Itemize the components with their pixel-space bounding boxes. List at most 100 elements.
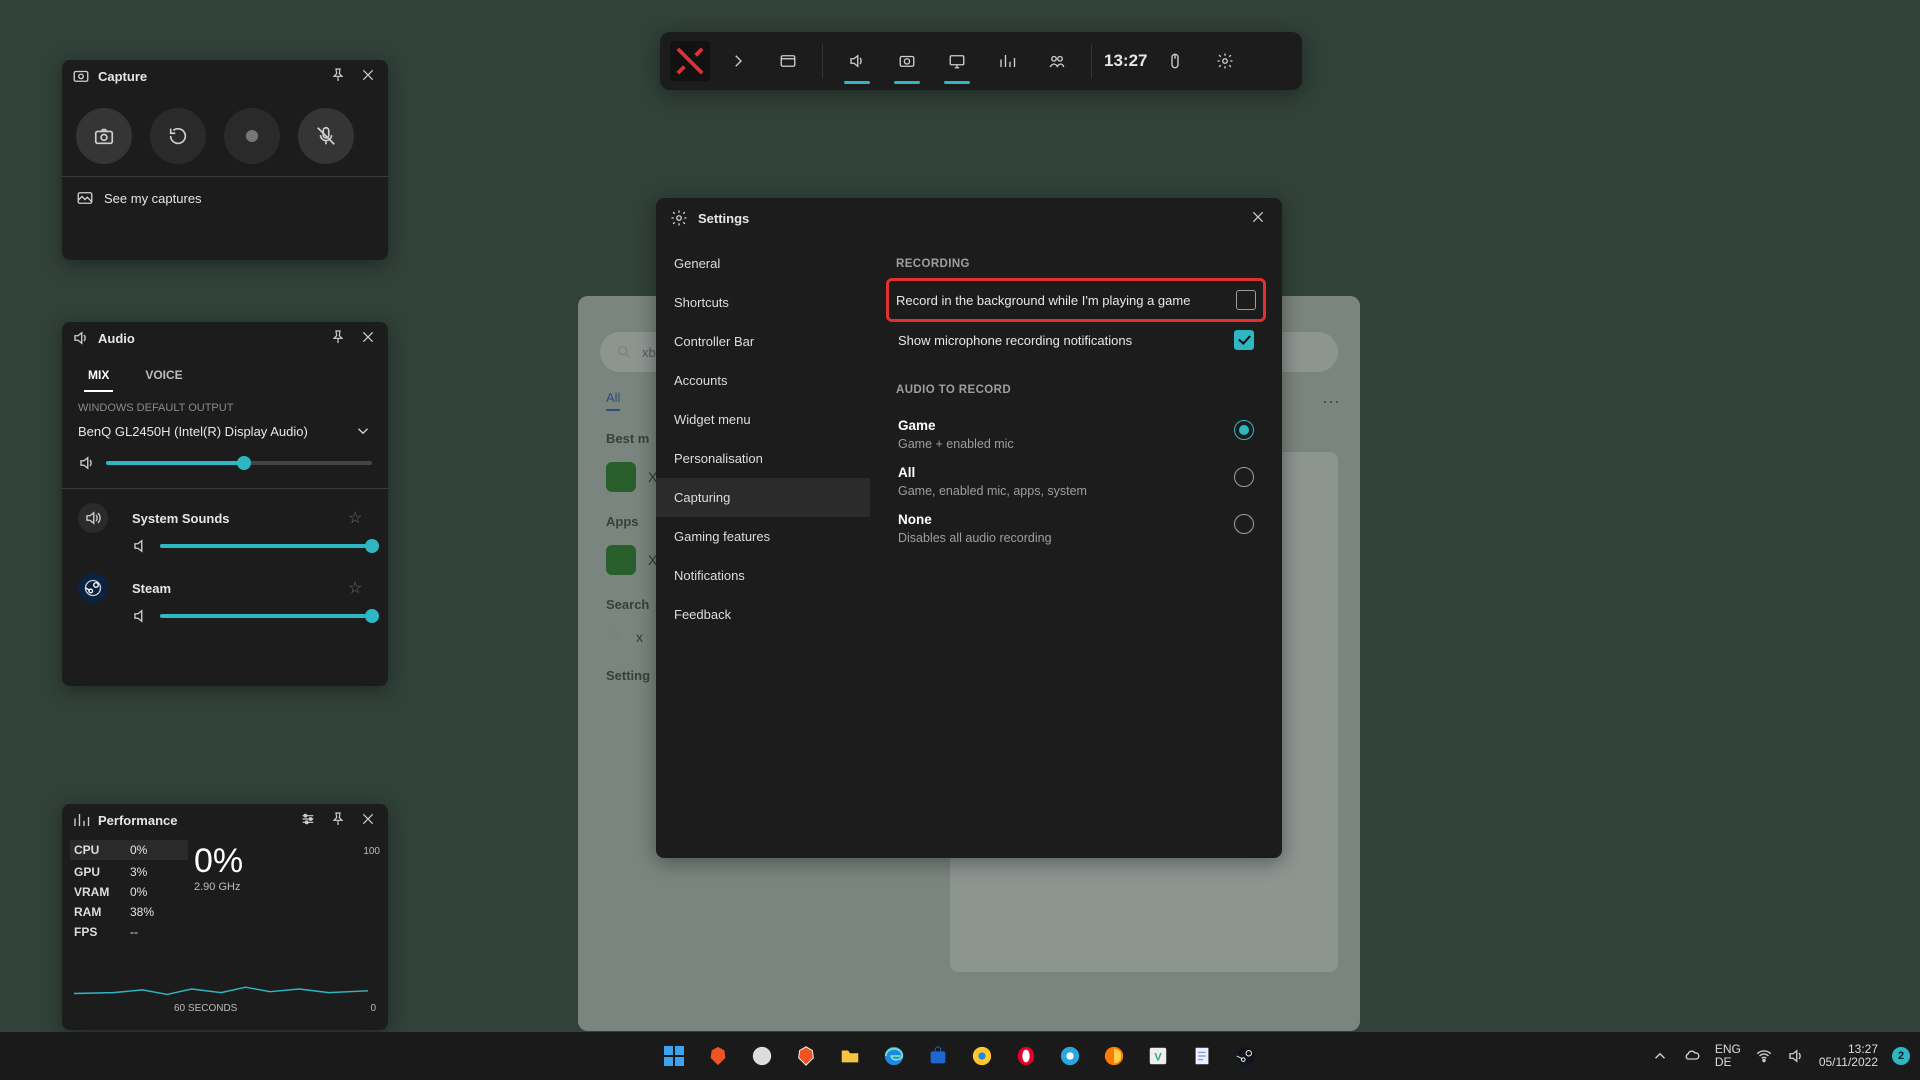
widgets-icon[interactable]	[766, 39, 810, 83]
taskbar-clock[interactable]: 13:2705/11/2022	[1819, 1043, 1878, 1069]
default-output-label: WINDOWS DEFAULT OUTPUT	[62, 392, 388, 418]
wifi-icon[interactable]	[1755, 1047, 1773, 1065]
record-background-toggle[interactable]: Record in the background while I'm playi…	[890, 282, 1262, 318]
system-sounds-slider[interactable]	[160, 544, 372, 548]
nav-gaming-features[interactable]: Gaming features	[656, 517, 870, 556]
close-icon[interactable]	[358, 327, 378, 350]
record-button[interactable]	[224, 108, 280, 164]
performance-widget-icon[interactable]	[985, 39, 1029, 83]
checkbox-icon[interactable]	[1234, 330, 1254, 350]
cpu-headline: 0%	[194, 842, 376, 881]
nav-notifications[interactable]: Notifications	[656, 556, 870, 595]
speaker-icon	[132, 607, 150, 625]
master-volume-slider[interactable]	[106, 461, 372, 465]
steam-icon	[78, 573, 108, 603]
volume-icon[interactable]	[1787, 1047, 1805, 1065]
app-volume-system-sounds: System Sounds ☆	[62, 493, 388, 535]
nav-controller-bar[interactable]: Controller Bar	[656, 322, 870, 361]
audio-to-record-header: AUDIO TO RECORD	[896, 384, 1256, 396]
gallery-icon	[76, 189, 94, 207]
radio-icon[interactable]	[1234, 420, 1254, 440]
taskbar-app-chrome-canary[interactable]	[965, 1039, 999, 1073]
recording-header: RECORDING	[896, 258, 1256, 270]
speaker-icon	[78, 454, 96, 472]
speaker-icon	[78, 503, 108, 533]
taskbar-app-veracrypt[interactable]: V	[1141, 1039, 1175, 1073]
performance-stats: CPU0% GPU3% VRAM0% RAM38% FPS--	[74, 842, 184, 942]
windows-taskbar: V ENGDE 13:2705/11/2022 2	[0, 1032, 1920, 1080]
start-button[interactable]	[657, 1039, 691, 1073]
gamebar-settings-dialog: Settings General Shortcuts Controller Ba…	[656, 198, 1282, 858]
checkbox-icon[interactable]	[1236, 290, 1256, 310]
tab-mix[interactable]: MIX	[84, 360, 113, 392]
xbox-game-bar: 13:27	[660, 32, 1302, 90]
mouse-icon[interactable]	[1153, 39, 1197, 83]
settings-nav: General Shortcuts Controller Bar Account…	[656, 238, 870, 858]
pin-icon[interactable]	[328, 65, 348, 88]
audio-option-all[interactable]: AllGame, enabled mic, apps, system	[896, 455, 1256, 502]
taskbar-app-firefox[interactable]	[1097, 1039, 1131, 1073]
nav-general[interactable]: General	[656, 244, 870, 283]
audio-icon	[72, 329, 90, 347]
nav-accounts[interactable]: Accounts	[656, 361, 870, 400]
close-icon[interactable]	[1248, 207, 1268, 230]
mic-off-button[interactable]	[298, 108, 354, 164]
close-icon[interactable]	[358, 809, 378, 832]
taskbar-app-opera[interactable]	[1009, 1039, 1043, 1073]
taskbar-app-brave2[interactable]	[789, 1039, 823, 1073]
game-chevron-icon[interactable]	[716, 39, 760, 83]
display-widget-icon[interactable]	[935, 39, 979, 83]
tab-voice[interactable]: VOICE	[141, 360, 186, 392]
taskbar-app-github[interactable]	[745, 1039, 779, 1073]
xbox-social-icon[interactable]	[1035, 39, 1079, 83]
nav-feedback[interactable]: Feedback	[656, 595, 870, 634]
language-indicator[interactable]: ENGDE	[1715, 1043, 1741, 1069]
cpu-graph: 60 SECONDS 0	[74, 950, 376, 1012]
performance-widget: Performance CPU0% GPU3% VRAM0% RAM38% FP…	[62, 804, 388, 1030]
favorite-icon[interactable]: ☆	[348, 578, 372, 598]
close-icon[interactable]	[358, 65, 378, 88]
taskbar-app-files[interactable]	[833, 1039, 867, 1073]
settings-title: Settings	[698, 211, 749, 226]
taskbar-pinned-apps: V	[657, 1039, 1263, 1073]
svg-text:V: V	[1154, 1052, 1162, 1064]
mic-notification-toggle[interactable]: Show microphone recording notifications	[896, 322, 1256, 358]
chevron-down-icon	[354, 422, 372, 440]
pin-icon[interactable]	[328, 327, 348, 350]
audio-option-game[interactable]: GameGame + enabled mic	[896, 408, 1256, 455]
taskbar-app-steam[interactable]	[1229, 1039, 1263, 1073]
audio-widget-icon[interactable]	[835, 39, 879, 83]
taskbar-app-store[interactable]	[921, 1039, 955, 1073]
favorite-icon[interactable]: ☆	[348, 508, 372, 528]
speaker-icon	[132, 537, 150, 555]
radio-icon[interactable]	[1234, 514, 1254, 534]
taskbar-app-brave[interactable]	[701, 1039, 735, 1073]
onedrive-icon[interactable]	[1683, 1047, 1701, 1065]
audio-option-none[interactable]: NoneDisables all audio recording	[896, 502, 1256, 549]
nav-widget-menu[interactable]: Widget menu	[656, 400, 870, 439]
options-icon[interactable]	[298, 809, 318, 832]
nav-personalisation[interactable]: Personalisation	[656, 439, 870, 478]
active-game-logo[interactable]	[670, 41, 710, 81]
see-captures-link[interactable]: See my captures	[62, 176, 388, 219]
taskbar-app-notes[interactable]	[1185, 1039, 1219, 1073]
audio-widget: Audio MIX VOICE WINDOWS DEFAULT OUTPUT B…	[62, 322, 388, 686]
nav-shortcuts[interactable]: Shortcuts	[656, 283, 870, 322]
capture-widget: Capture See my captures	[62, 60, 388, 260]
capture-title: Capture	[98, 69, 147, 84]
taskbar-app-edge[interactable]	[877, 1039, 911, 1073]
nav-capturing[interactable]: Capturing	[656, 478, 870, 517]
steam-slider[interactable]	[160, 614, 372, 618]
screenshot-button[interactable]	[76, 108, 132, 164]
settings-gear-icon[interactable]	[1203, 39, 1247, 83]
capture-widget-icon[interactable]	[885, 39, 929, 83]
app-volume-steam: Steam ☆	[62, 563, 388, 605]
output-device-select[interactable]: BenQ GL2450H (Intel(R) Display Audio)	[62, 418, 388, 450]
tray-chevron-icon[interactable]	[1651, 1047, 1669, 1065]
taskbar-app-chrome-dev[interactable]	[1053, 1039, 1087, 1073]
record-last-button[interactable]	[150, 108, 206, 164]
capture-icon	[72, 67, 90, 85]
notification-badge[interactable]: 2	[1892, 1047, 1910, 1065]
radio-icon[interactable]	[1234, 467, 1254, 487]
pin-icon[interactable]	[328, 809, 348, 832]
